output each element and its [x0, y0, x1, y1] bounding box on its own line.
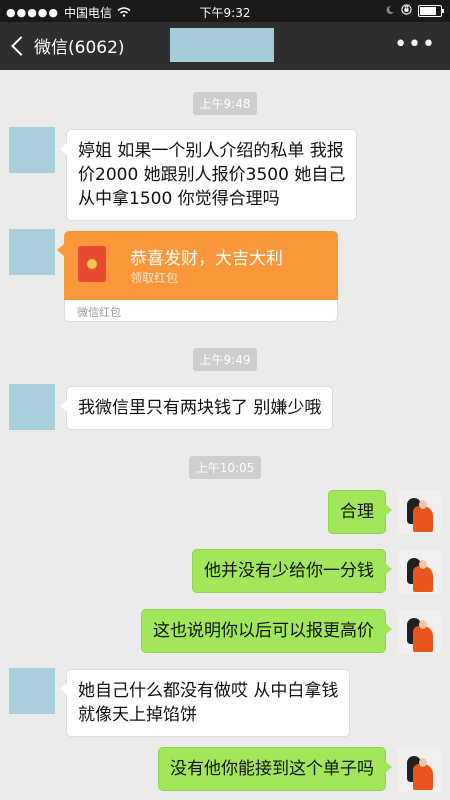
status-bar: ●●●●● 中国电信 下午9:32 — [0, 0, 450, 22]
incoming-message[interactable]: 我微信里只有两块钱了 别嫌少哦 — [59, 386, 334, 430]
red-envelope-icon — [78, 246, 106, 282]
more-options-button[interactable]: ••• — [394, 32, 436, 57]
outgoing-message[interactable]: 合理 — [328, 490, 392, 534]
incoming-message[interactable]: 她自己什么都没有做哎 从中白拿钱 就像天上掉馅饼 — [59, 669, 351, 737]
status-time: 下午9:32 — [199, 6, 251, 20]
user-avatar[interactable] — [397, 490, 441, 534]
timestamp: 上午9:48 — [0, 92, 450, 115]
back-arrow-icon — [11, 35, 31, 56]
red-packet-title: 恭喜发财，大吉大利 — [130, 249, 283, 269]
contact-avatar[interactable] — [9, 384, 55, 430]
timestamp: 上午10:05 — [0, 456, 450, 479]
rotation-lock-icon — [401, 4, 412, 18]
battery-icon — [418, 5, 444, 17]
timestamp: 上午9:49 — [0, 348, 450, 371]
outgoing-message[interactable]: 这也说明你以后可以报更高价 — [141, 609, 392, 653]
back-label: 微信(6062) — [34, 38, 125, 58]
user-avatar[interactable] — [397, 550, 441, 594]
outgoing-message[interactable]: 没有他你能接到这个单子吗 — [158, 747, 392, 791]
chat-header: 微信(6062) ••• — [0, 22, 450, 70]
incoming-message[interactable]: 婷姐 如果一个别人介绍的私单 我报 价2000 她跟别人报价3500 她自己 从… — [59, 129, 358, 221]
chat-area: 上午9:48 婷姐 如果一个别人介绍的私单 我报 价2000 她跟别人报价350… — [0, 70, 450, 800]
outgoing-message[interactable]: 他并没有少给你一分钱 — [192, 549, 392, 593]
red-packet-subtitle: 领取红包 — [130, 271, 179, 285]
red-packet-message[interactable]: 恭喜发财，大吉大利 领取红包 微信红包 — [57, 231, 338, 322]
battery-fill — [420, 7, 436, 15]
back-button[interactable]: 微信(6062) — [10, 33, 125, 58]
moon-icon — [385, 4, 395, 18]
contact-avatar[interactable] — [9, 229, 55, 275]
red-packet-footer-label: 微信红包 — [77, 306, 121, 319]
user-avatar[interactable] — [397, 610, 441, 654]
contact-avatar[interactable] — [9, 668, 55, 714]
contact-name-redacted — [170, 28, 274, 62]
red-packet-card: 恭喜发财，大吉大利 领取红包 — [57, 231, 338, 300]
red-packet-footer: 微信红包 — [64, 300, 338, 322]
user-avatar[interactable] — [397, 748, 441, 792]
contact-avatar[interactable] — [9, 127, 55, 173]
